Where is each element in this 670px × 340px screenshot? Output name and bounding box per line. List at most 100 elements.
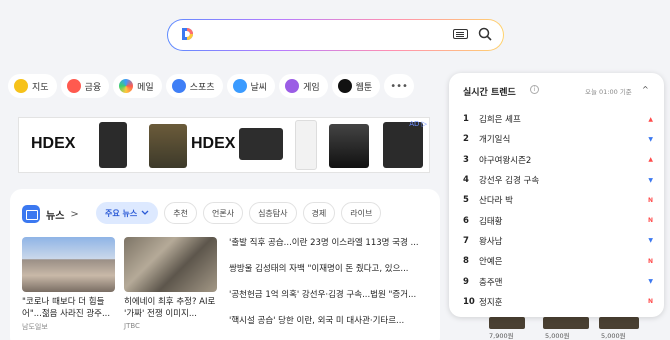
product-image[interactable] <box>489 317 525 329</box>
trend-keyword: 강선우 김경 구속 <box>479 176 540 187</box>
search-bar[interactable] <box>167 19 504 51</box>
trend-keyword: 정지훈 <box>479 297 503 308</box>
patches-image <box>329 124 369 168</box>
trend-rank: 4 <box>463 175 469 186</box>
tab-recommended[interactable]: 추천 <box>164 202 197 224</box>
news-icon <box>22 205 40 223</box>
trend-keyword: 개기일식 <box>479 135 511 146</box>
shopping-strip: 7,900원 5,000원 5,000원 <box>449 317 664 340</box>
patches-image <box>149 124 187 168</box>
shortcut-label: 게임 <box>303 82 320 93</box>
webtoon-icon <box>337 79 352 93</box>
shortcut-weather[interactable]: 날씨 <box>226 74 276 98</box>
rank-status-icon: N <box>647 196 653 204</box>
news-thumbnail[interactable] <box>124 237 217 292</box>
product-price: 5,000원 <box>545 332 570 340</box>
map-pin-icon <box>14 79 28 93</box>
news-caption[interactable]: "코로나 때보다 더 힘들어"...젊음 사라진 광주... <box>22 296 117 320</box>
shortcut-label: 스포츠 <box>189 82 215 93</box>
trend-rank: 9 <box>463 276 469 287</box>
tab-live[interactable]: 라이브 <box>341 202 382 224</box>
tab-in-depth[interactable]: 심층탐사 <box>249 202 297 224</box>
tab-label: 추천 <box>173 208 188 218</box>
patch-image <box>239 128 283 160</box>
shortcut-label: 지도 <box>32 82 49 93</box>
trend-item[interactable]: 7 왕사남 ▼ <box>463 231 653 251</box>
product-price: 5,000원 <box>601 332 626 340</box>
trend-item[interactable]: 4 강선우 김경 구속 ▼ <box>463 170 653 190</box>
tab-label: 주요 뉴스 <box>105 208 138 218</box>
search-icon[interactable] <box>478 27 492 41</box>
tab-label: 경제 <box>311 208 327 218</box>
rank-status-icon: ▲ <box>648 156 653 164</box>
game-icon <box>285 79 300 93</box>
trend-item[interactable]: 8 안예은 N <box>463 251 653 271</box>
trend-item[interactable]: 3 야구여왕시즌2 ▲ <box>463 150 653 170</box>
trend-rank: 6 <box>463 215 469 226</box>
rank-status-icon: ▼ <box>648 237 653 245</box>
shortcut-sports[interactable]: 스포츠 <box>165 74 223 98</box>
rank-status-icon: N <box>647 217 653 225</box>
trend-rank: 8 <box>463 256 469 267</box>
more-shortcuts-button[interactable]: ••• <box>384 74 414 98</box>
search-input[interactable] <box>202 26 442 44</box>
daum-logo-icon <box>182 28 193 40</box>
news-title: 뉴스 <box>46 210 65 222</box>
weather-icon <box>232 79 247 93</box>
headline-item[interactable]: '핵시설 공습' 당한 이란, 외국 미 대사관·기타르... <box>229 315 429 340</box>
shortcut-mail[interactable]: 메일 <box>113 74 162 98</box>
rank-status-icon: ▼ <box>648 278 653 286</box>
headline-list: '출발 직후 공습...이란 23명 이스라엘 113명 국경 ... 쌍방울 … <box>229 237 429 340</box>
trend-item[interactable]: 2 개기일식 ▼ <box>463 129 653 149</box>
rank-status-icon: ▲ <box>648 115 653 123</box>
trend-item[interactable]: 9 충주맨 ▼ <box>463 271 653 291</box>
trend-rank: 3 <box>463 154 469 165</box>
ad-brand-text: HDEX <box>191 135 236 152</box>
shortcut-webtoon[interactable]: 웹툰 <box>331 74 381 98</box>
news-source: 남도일보 <box>22 323 48 331</box>
tab-label: 라이브 <box>350 208 373 218</box>
keyboard-icon[interactable] <box>453 29 468 39</box>
headline-item[interactable]: 쌍방울 김성태의 자백 "이재명이 돈 줬다고, 있으... <box>229 263 429 289</box>
trend-keyword: 김희은 셰프 <box>479 115 521 126</box>
shortcut-label: 웹툰 <box>355 82 373 93</box>
tab-publishers[interactable]: 언론사 <box>202 202 244 224</box>
trend-keyword: 충주맨 <box>479 277 503 288</box>
headline-item[interactable]: '출발 직후 공습...이란 23명 이스라엘 113명 국경 ... <box>229 237 429 263</box>
news-caption[interactable]: 히에네이 최후 추정? AI로 '가짜' 전쟁 이미지... <box>124 296 219 320</box>
mail-icon <box>119 79 134 93</box>
tab-top-news[interactable]: 주요 뉴스 <box>96 202 159 224</box>
news-section: 뉴스 > 주요 뉴스 추천 언론사 심층탐사 경제 라이브 "코로나 때보다 더… <box>10 189 440 340</box>
ad-brand-text: HDEX <box>31 135 76 152</box>
tab-economy[interactable]: 경제 <box>302 202 336 224</box>
trend-keyword: 김태황 <box>479 216 503 227</box>
ad-banner[interactable]: HDEX HDEX AD ▷ <box>18 117 430 173</box>
headline-item[interactable]: '공천헌금 1억 의혹' 강선우·김경 구속...법원 "증거... <box>229 289 429 315</box>
product-image[interactable] <box>543 317 589 329</box>
trend-rank: 10 <box>463 296 475 307</box>
news-thumbnail[interactable] <box>22 237 115 292</box>
shortcut-game[interactable]: 게임 <box>279 74 328 98</box>
info-icon[interactable]: i <box>530 85 539 94</box>
news-header[interactable]: 뉴스 > <box>22 205 79 223</box>
trend-rank: 7 <box>463 235 469 246</box>
trend-item[interactable]: 1 김희은 셰프 ▲ <box>463 109 653 129</box>
chevron-right-icon: > <box>70 208 79 220</box>
trend-rank: 1 <box>463 114 469 125</box>
news-source: JTBC <box>124 322 140 330</box>
product-image[interactable] <box>599 317 639 329</box>
ad-label[interactable]: AD ▷ <box>409 120 427 128</box>
trend-item[interactable]: 5 산다라 박 N <box>463 190 653 210</box>
sports-icon <box>171 79 186 93</box>
trend-title: 실시간 트렌드 <box>463 88 516 98</box>
shortcut-map[interactable]: 지도 <box>8 74 57 98</box>
tab-label: 심층탐사 <box>258 208 288 218</box>
trend-item[interactable]: 6 김태황 N <box>463 210 653 230</box>
trend-item[interactable]: 10 정지훈 N <box>463 292 653 312</box>
shortcut-finance[interactable]: 금융 <box>60 74 110 98</box>
rank-status-icon: ▼ <box>648 135 653 143</box>
collapse-icon[interactable]: ^ <box>642 85 649 94</box>
finance-icon <box>66 79 81 93</box>
product-price: 7,900원 <box>489 332 514 340</box>
tab-label: 언론사 <box>211 208 235 218</box>
